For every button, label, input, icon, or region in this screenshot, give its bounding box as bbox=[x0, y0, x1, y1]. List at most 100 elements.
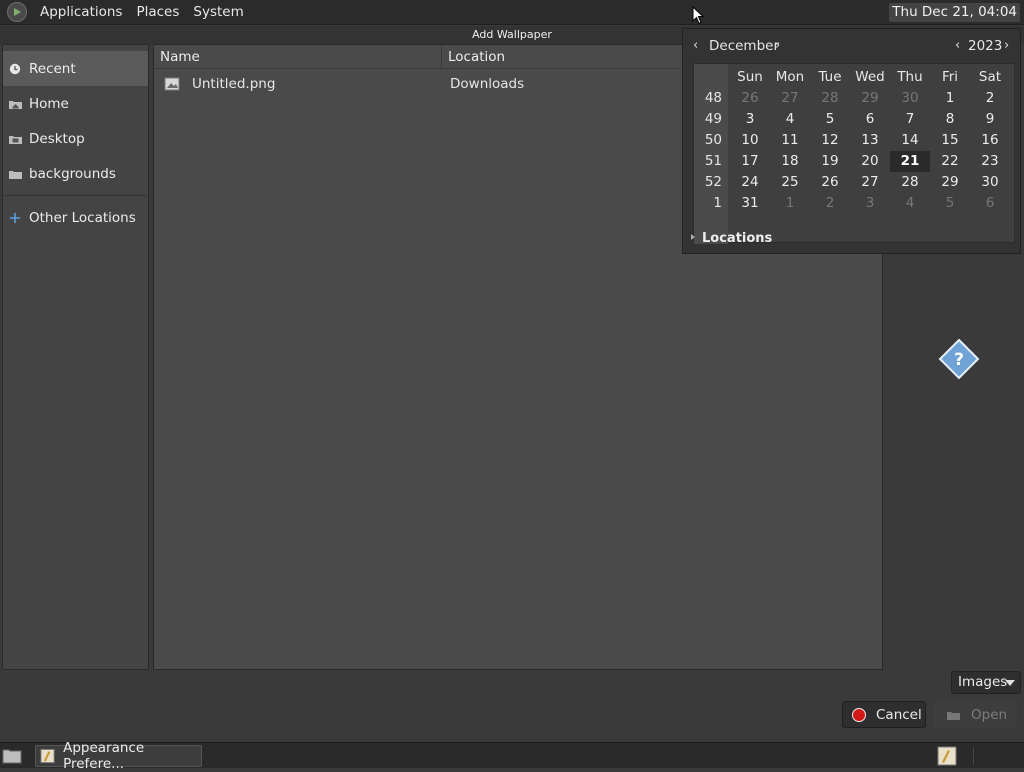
open-folder-icon bbox=[947, 711, 960, 720]
next-year-icon[interactable]: › bbox=[1004, 38, 1009, 53]
week-number: 51 bbox=[704, 153, 722, 169]
distro-logo-icon[interactable] bbox=[7, 2, 27, 22]
calendar-popup: ‹ December › ‹ 2023 › Sun Mon Tue Wed Thu Fri… bbox=[682, 28, 1021, 254]
calendar-day[interactable]: 26 bbox=[810, 172, 850, 193]
cancel-button[interactable]: Cancel bbox=[842, 701, 926, 728]
desktop-folder-icon bbox=[9, 135, 22, 144]
week-number: 1 bbox=[713, 195, 722, 211]
calendar-day[interactable]: 17 bbox=[730, 151, 770, 172]
calendar-day[interactable]: 5 bbox=[930, 193, 970, 214]
menu-system[interactable]: System bbox=[186, 4, 250, 20]
sidebar-item-label: backgrounds bbox=[29, 165, 116, 182]
calendar-day[interactable]: 19 bbox=[810, 151, 850, 172]
calendar-day[interactable]: 18 bbox=[770, 151, 810, 172]
calendar-day[interactable]: 26 bbox=[730, 88, 770, 109]
clock[interactable]: Thu Dec 21, 04:04 bbox=[889, 3, 1020, 22]
folder-icon bbox=[9, 170, 22, 179]
column-header-location[interactable]: Location bbox=[442, 45, 680, 68]
cancel-icon bbox=[852, 707, 866, 722]
taskbar-window-button[interactable]: Appearance Prefere... bbox=[35, 740, 202, 772]
sidebar-item-label: Other Locations bbox=[29, 209, 136, 226]
calendar-day[interactable]: 3 bbox=[730, 109, 770, 130]
calendar-day[interactable]: 25 bbox=[770, 172, 810, 193]
calendar-day[interactable]: 14 bbox=[890, 130, 930, 151]
weekday-header: Mon bbox=[775, 69, 805, 85]
top-panel: Applications Places System Thu Dec 21, 0… bbox=[0, 0, 1024, 25]
table-row[interactable]: Untitled.png Downloads bbox=[154, 71, 680, 97]
calendar-day[interactable]: 22 bbox=[930, 151, 970, 172]
calendar-day[interactable]: 3 bbox=[850, 193, 890, 214]
calendar-day[interactable]: 27 bbox=[770, 88, 810, 109]
menu-applications[interactable]: Applications bbox=[33, 4, 129, 20]
calendar-day-today[interactable]: 21 bbox=[890, 151, 930, 172]
weekday-header: Wed bbox=[855, 69, 885, 85]
calendar-day[interactable]: 7 bbox=[890, 109, 930, 130]
week-number: 48 bbox=[704, 90, 722, 106]
appearance-tray-icon[interactable] bbox=[937, 746, 957, 766]
sidebar-item-home[interactable]: Home bbox=[3, 86, 148, 121]
calendar-day[interactable]: 30 bbox=[970, 172, 1010, 193]
menu-places[interactable]: Places bbox=[129, 4, 186, 20]
sidebar-item-label: Home bbox=[29, 95, 69, 112]
weekday-header: Sat bbox=[978, 69, 1002, 85]
calendar-day[interactable]: 10 bbox=[730, 130, 770, 151]
plus-icon bbox=[10, 212, 20, 223]
calendar-day[interactable]: 8 bbox=[930, 109, 970, 130]
calendar-day[interactable]: 2 bbox=[810, 193, 850, 214]
places-sidebar: Recent Home Desktop backgrounds Other Lo… bbox=[2, 44, 149, 670]
home-folder-icon bbox=[9, 100, 22, 109]
calendar-day[interactable]: 20 bbox=[850, 151, 890, 172]
calendar-day[interactable]: 29 bbox=[850, 88, 890, 109]
calendar-day[interactable]: 30 bbox=[890, 88, 930, 109]
sidebar-item-backgrounds[interactable]: backgrounds bbox=[3, 156, 148, 191]
help-icon: ? bbox=[938, 338, 980, 380]
calendar-day[interactable]: 5 bbox=[810, 109, 850, 130]
calendar-day[interactable]: 27 bbox=[850, 172, 890, 193]
calendar-day[interactable]: 6 bbox=[970, 193, 1010, 214]
calendar-day[interactable]: 23 bbox=[970, 151, 1010, 172]
calendar-day[interactable]: 16 bbox=[970, 130, 1010, 151]
calendar-day[interactable]: 11 bbox=[770, 130, 810, 151]
sidebar-item-label: Desktop bbox=[29, 130, 85, 147]
calendar-day[interactable]: 1 bbox=[770, 193, 810, 214]
open-button[interactable]: Open bbox=[933, 701, 1017, 728]
prev-year-icon[interactable]: ‹ bbox=[955, 38, 960, 53]
calendar-day[interactable]: 28 bbox=[890, 172, 930, 193]
filter-label: Images bbox=[958, 674, 1008, 690]
calendar-day[interactable]: 31 bbox=[730, 193, 770, 214]
show-desktop-icon[interactable] bbox=[2, 747, 22, 764]
open-label: Open bbox=[971, 706, 1008, 723]
file-location: Downloads bbox=[450, 76, 525, 92]
calendar-day[interactable]: 12 bbox=[810, 130, 850, 151]
calendar-day[interactable]: 6 bbox=[850, 109, 890, 130]
calendar-month: December bbox=[709, 38, 780, 54]
chevron-down-icon bbox=[1005, 680, 1015, 686]
calendar-day[interactable]: 1 bbox=[930, 88, 970, 109]
next-month-icon[interactable]: › bbox=[775, 38, 780, 53]
week-number: 49 bbox=[704, 111, 722, 127]
sidebar-separator bbox=[5, 195, 146, 196]
svg-text:?: ? bbox=[954, 350, 964, 370]
sidebar-item-recent[interactable]: Recent bbox=[3, 51, 148, 86]
week-number: 52 bbox=[704, 174, 722, 190]
calendar-day[interactable]: 24 bbox=[730, 172, 770, 193]
mouse-cursor-icon bbox=[692, 6, 704, 25]
column-header-name[interactable]: Name bbox=[154, 45, 442, 68]
weekday-header: Sun bbox=[737, 69, 763, 85]
calendar-locations[interactable]: Locations bbox=[691, 231, 772, 246]
calendar-day[interactable]: 29 bbox=[930, 172, 970, 193]
calendar-day[interactable]: 9 bbox=[970, 109, 1010, 130]
image-file-icon bbox=[164, 77, 180, 91]
weekday-header: Thu bbox=[897, 69, 923, 85]
file-type-filter[interactable]: Images bbox=[951, 671, 1021, 694]
calendar-day[interactable]: 13 bbox=[850, 130, 890, 151]
calendar-day[interactable]: 28 bbox=[810, 88, 850, 109]
calendar-day[interactable]: 4 bbox=[770, 109, 810, 130]
prev-month-icon[interactable]: ‹ bbox=[693, 38, 698, 53]
sidebar-item-other-locations[interactable]: Other Locations bbox=[3, 200, 148, 235]
sidebar-item-label: Recent bbox=[29, 60, 76, 77]
sidebar-item-desktop[interactable]: Desktop bbox=[3, 121, 148, 156]
calendar-day[interactable]: 4 bbox=[890, 193, 930, 214]
calendar-day[interactable]: 2 bbox=[970, 88, 1010, 109]
calendar-day[interactable]: 15 bbox=[930, 130, 970, 151]
